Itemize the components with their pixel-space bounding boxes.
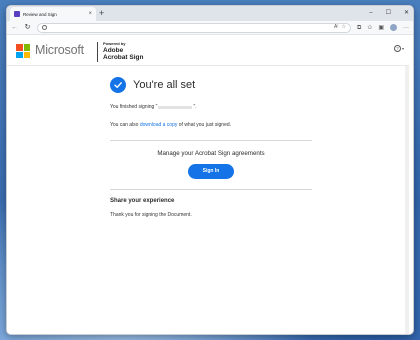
powered-by-label: Powered by	[103, 41, 126, 46]
read-aloud-icon[interactable]: A⁾	[334, 25, 339, 30]
page-header: Microsoft Powered by Adobe Acrobat Sign …	[7, 36, 409, 66]
microsoft-logo-icon	[16, 44, 30, 58]
download-copy-text: You can also download a copy of what you…	[110, 122, 312, 128]
section-divider	[110, 189, 312, 190]
close-tab-icon[interactable]: ×	[88, 11, 92, 17]
share-experience-title: Share your experience	[110, 198, 175, 204]
finished-prefix: You finished signing "	[110, 104, 158, 110]
address-bar[interactable]: A⁾ ☆	[37, 22, 351, 33]
download-suffix: of what you just signed.	[177, 122, 232, 128]
close-window-button[interactable]: ✕	[404, 8, 409, 18]
extensions-icon[interactable]: ⧉	[357, 25, 361, 31]
minimize-button[interactable]: –	[369, 8, 372, 18]
browser-window: Review and Sign × + – ☐ ✕ ← ↻ A⁾ ☆ ⧉ ✩ ▣…	[6, 5, 414, 335]
manage-agreements-title: Manage your Acrobat Sign agreements	[157, 150, 265, 157]
browser-toolbar: ← ↻ A⁾ ☆ ⧉ ✩ ▣ ···	[7, 21, 413, 35]
header-divider	[97, 42, 98, 62]
tab-review-and-sign[interactable]: Review and Sign ×	[10, 7, 96, 21]
checkmark-icon	[110, 77, 126, 93]
adobe-acrobat-sign-logo: Powered by Adobe Acrobat Sign	[103, 41, 144, 62]
help-menu-button[interactable]: ? ▾	[393, 45, 404, 52]
redacted-document-name	[158, 105, 193, 109]
finished-signing-text: You finished signing " ".	[110, 104, 312, 110]
product-line1: Adobe	[103, 47, 124, 54]
success-heading: You're all set	[110, 76, 312, 94]
profile-avatar[interactable]	[390, 24, 397, 31]
browser-menu-icon[interactable]: ···	[403, 25, 409, 31]
product-line2: Acrobat Sign	[103, 54, 144, 61]
page-content: Microsoft Powered by Adobe Acrobat Sign …	[7, 36, 409, 334]
tab-strip: Review and Sign × + – ☐ ✕	[7, 6, 413, 21]
finished-suffix: ".	[193, 104, 197, 110]
chevron-down-icon: ▾	[401, 46, 404, 51]
window-controls: – ☐ ✕	[369, 8, 409, 18]
favorite-star-icon[interactable]: ☆	[342, 25, 346, 30]
brand-name: Microsoft	[35, 43, 84, 57]
confirmation-panel: You're all set You finished signing " ".…	[110, 76, 312, 218]
site-info-icon[interactable]	[42, 25, 47, 30]
download-copy-link[interactable]: download a copy	[140, 122, 178, 128]
page-scrollbar[interactable]	[405, 66, 409, 334]
maximize-button[interactable]: ☐	[386, 8, 391, 18]
acrobat-favicon-icon	[14, 11, 20, 17]
thank-you-text: Thank you for signing the Document.	[110, 212, 192, 218]
back-button[interactable]: ←	[11, 24, 18, 31]
help-icon: ?	[393, 45, 401, 52]
download-prefix: You can also	[110, 122, 140, 128]
new-tab-button[interactable]: +	[99, 8, 104, 18]
tab-title: Review and Sign	[23, 11, 57, 17]
sign-in-button[interactable]: Sign In	[188, 164, 234, 179]
favorites-icon[interactable]: ✩	[367, 25, 372, 31]
success-title: You're all set	[133, 79, 196, 91]
refresh-button[interactable]: ↻	[24, 24, 31, 31]
collections-icon[interactable]: ▣	[378, 25, 384, 31]
section-divider	[110, 140, 312, 141]
